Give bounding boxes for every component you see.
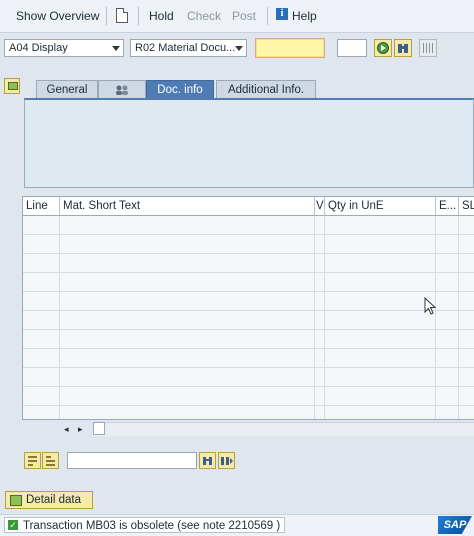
table-row[interactable] — [23, 216, 474, 235]
toggle-overview-button[interactable] — [4, 78, 20, 94]
action-dropdown[interactable]: A04 Display — [4, 39, 124, 57]
help-button[interactable]: Help — [292, 8, 317, 24]
mouse-pointer-icon — [424, 297, 436, 315]
column-header-material-text[interactable]: Mat. Short Text — [60, 197, 315, 216]
column-header-e[interactable]: E... — [436, 197, 459, 216]
scrollbar-thumb[interactable] — [93, 422, 105, 435]
reference-dropdown[interactable]: R02 Material Docu... — [130, 39, 247, 57]
column-divider — [435, 216, 436, 419]
table-row[interactable] — [23, 273, 474, 292]
execute-button[interactable] — [374, 39, 392, 57]
column-divider — [59, 216, 60, 419]
toolbar-separator — [106, 7, 107, 25]
scroll-right-icon[interactable]: ▸ — [78, 424, 83, 435]
table-settings-button[interactable] — [419, 39, 437, 57]
toolbar-separator — [138, 7, 139, 25]
horizontal-scrollbar[interactable] — [93, 422, 474, 436]
info-icon: i — [276, 8, 288, 20]
table-row[interactable] — [23, 349, 474, 368]
success-check-icon: ✓ — [8, 520, 18, 530]
column-header-sl[interactable]: SL — [459, 197, 474, 216]
column-divider — [458, 216, 459, 419]
tab-content-panel — [24, 98, 474, 188]
table-row[interactable] — [23, 368, 474, 387]
find-next-icon — [221, 457, 233, 465]
items-table[interactable]: Line Mat. Short Text V Qty in UnE E... S… — [22, 196, 474, 420]
chevron-down-icon — [112, 46, 120, 51]
table-find-button[interactable] — [199, 452, 216, 469]
table-search-input[interactable] — [67, 452, 197, 469]
show-overview-button[interactable]: Show Overview — [16, 8, 99, 24]
status-message-text: Transaction MB03 is obsolete (see note 2… — [23, 520, 281, 532]
action-dropdown-value: A04 Display — [9, 42, 68, 54]
tab-partner[interactable] — [98, 80, 146, 98]
scroll-left-icon[interactable]: ◂ — [64, 424, 69, 435]
execute-icon — [377, 42, 389, 54]
overview-icon — [8, 82, 18, 90]
chevron-down-icon — [235, 46, 243, 51]
check-button[interactable]: Check — [187, 8, 221, 24]
table-row[interactable] — [23, 311, 474, 330]
table-row[interactable] — [23, 387, 474, 406]
document-year-input[interactable] — [337, 39, 367, 57]
tab-general-label: General — [46, 84, 88, 96]
tab-general[interactable]: General — [36, 80, 98, 98]
sort-ascending-button[interactable] — [24, 452, 41, 469]
column-header-line[interactable]: Line — [23, 197, 60, 216]
table-row[interactable] — [23, 330, 474, 349]
column-divider — [324, 216, 325, 419]
table-row[interactable] — [23, 235, 474, 254]
binoculars-icon — [203, 457, 212, 465]
find-button[interactable] — [394, 39, 412, 57]
tab-doc-info-label: Doc. info — [157, 84, 203, 96]
sort-descending-button[interactable] — [42, 452, 59, 469]
detail-data-button[interactable]: Detail data — [5, 491, 93, 509]
column-header-v[interactable]: V — [315, 197, 325, 216]
tab-doc-info[interactable]: Doc. info — [146, 80, 214, 98]
tab-additional-info-label: Additional Info. — [227, 84, 305, 96]
table-icon — [423, 43, 433, 53]
status-message[interactable]: ✓ Transaction MB03 is obsolete (see note… — [4, 517, 286, 533]
tab-additional-info[interactable]: Additional Info. — [216, 80, 316, 98]
hold-button[interactable]: Hold — [149, 8, 174, 24]
table-find-next-button[interactable] — [218, 452, 235, 469]
new-document-icon[interactable] — [116, 8, 128, 23]
detail-icon — [10, 495, 22, 506]
partner-icon — [116, 85, 128, 95]
table-row[interactable] — [23, 292, 474, 311]
reference-dropdown-value: R02 Material Docu... — [135, 42, 236, 54]
post-button[interactable]: Post — [232, 8, 256, 24]
detail-data-label: Detail data — [26, 494, 81, 506]
table-row[interactable] — [23, 254, 474, 273]
material-document-input[interactable] — [255, 38, 325, 58]
binoculars-icon — [398, 44, 408, 53]
toolbar-separator — [267, 7, 268, 25]
column-divider — [314, 216, 315, 419]
application-toolbar: Show Overview Hold Check Post i Help — [0, 0, 474, 33]
column-header-qty[interactable]: Qty in UnE — [325, 197, 436, 216]
